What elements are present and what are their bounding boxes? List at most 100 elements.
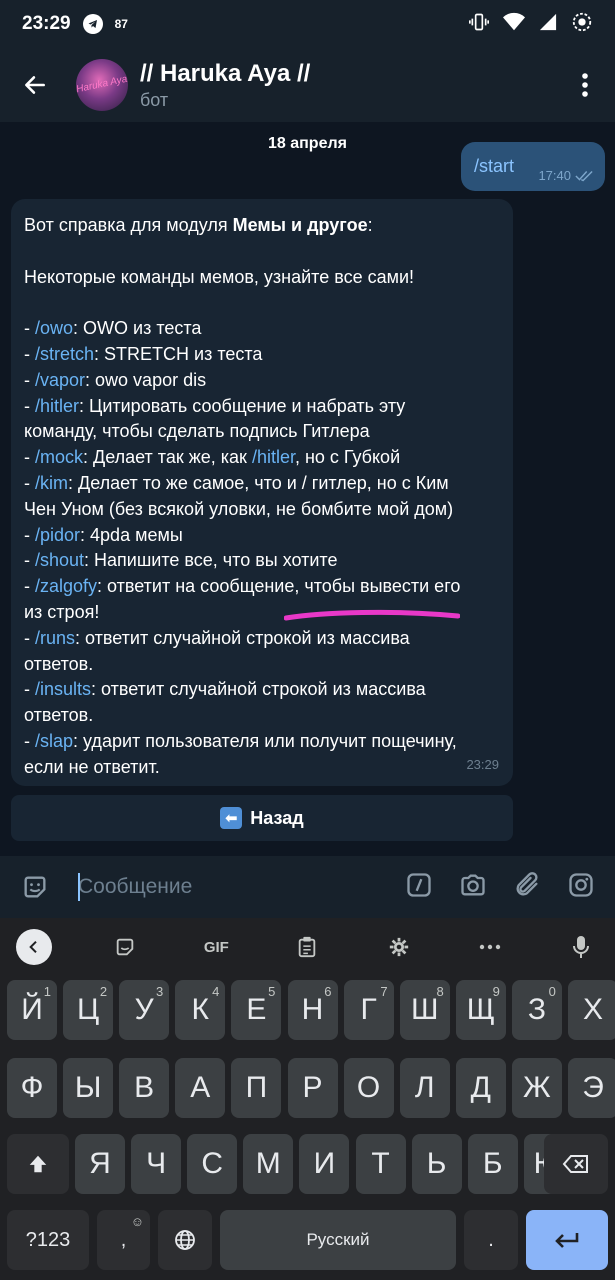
video-message-icon: [569, 872, 593, 897]
symbols-key[interactable]: ?123: [7, 1210, 89, 1270]
key-letter[interactable]: П: [231, 1058, 282, 1118]
help-line: ответов.: [24, 703, 500, 729]
key-letter[interactable]: Ы: [63, 1058, 114, 1118]
key-letter[interactable]: М: [243, 1134, 294, 1194]
help-line: - /mock: Делает так же, как /hitler, но …: [24, 445, 500, 471]
gear-icon: [389, 937, 408, 957]
help-text: : ударит пользователя или получит пощечи…: [73, 730, 457, 751]
key-letter[interactable]: И: [299, 1134, 350, 1194]
command-link[interactable]: /hitler: [35, 396, 79, 416]
command-link[interactable]: /insults: [35, 679, 91, 699]
key-letter[interactable]: В: [119, 1058, 170, 1118]
help-line: - /insults: ответит случайной строкой из…: [24, 677, 500, 703]
attach-button[interactable]: [513, 871, 541, 904]
camera-button[interactable]: [459, 871, 487, 904]
key-letter[interactable]: Н6: [287, 980, 338, 1040]
text-caret: [78, 873, 80, 901]
collapse-toolbar-button[interactable]: [16, 929, 52, 965]
key-label: Ш: [410, 993, 439, 1026]
clipboard-button[interactable]: [289, 929, 325, 965]
key-hint: 5: [268, 984, 276, 999]
gif-button[interactable]: GIF: [198, 929, 234, 965]
key-letter[interactable]: А: [175, 1058, 226, 1118]
command-link[interactable]: /mock: [35, 447, 83, 467]
command-link[interactable]: /owo: [35, 318, 73, 338]
key-letter[interactable]: Ц2: [63, 980, 114, 1040]
shift-key[interactable]: [7, 1134, 69, 1194]
key-letter[interactable]: Я: [75, 1134, 125, 1194]
help-text: Чен Уном (без всякой уловки, не бомбите …: [24, 498, 454, 519]
key-letter[interactable]: К4: [175, 980, 226, 1040]
chat-titles[interactable]: // Haruka Aya // бот: [140, 60, 310, 111]
key-letter[interactable]: Х: [568, 980, 615, 1040]
key-letter[interactable]: Б: [467, 1134, 518, 1194]
help-subtitle: Некоторые команды мемов, узнайте все сам…: [24, 266, 415, 287]
key-label: О: [356, 1071, 381, 1104]
backspace-key[interactable]: [544, 1134, 608, 1194]
comma-key[interactable]: , ☺: [97, 1210, 150, 1270]
avatar[interactable]: Haruka Aya: [76, 59, 128, 111]
key-letter[interactable]: С: [187, 1134, 238, 1194]
chat-area[interactable]: 18 апреля /start 17:40 Вот справка для м…: [0, 122, 615, 856]
space-key[interactable]: Русский: [220, 1210, 456, 1270]
key-letter[interactable]: Й1: [7, 980, 57, 1040]
outgoing-message[interactable]: /start 17:40: [461, 142, 605, 191]
message-input[interactable]: [70, 875, 360, 899]
command-link[interactable]: /hitler: [252, 447, 295, 467]
back-inline-button[interactable]: ⬅ Назад: [11, 795, 513, 841]
emoji-button[interactable]: [0, 873, 70, 901]
key-letter[interactable]: Щ9: [455, 980, 506, 1040]
key-letter[interactable]: Л: [399, 1058, 450, 1118]
help-line: - /hitler: Цитировать сообщение и набрат…: [24, 394, 500, 420]
command-link[interactable]: /vapor: [35, 370, 85, 390]
key-letter[interactable]: Р: [287, 1058, 338, 1118]
key-letter[interactable]: О: [343, 1058, 394, 1118]
help-line: - /pidor: 4pda мемы: [24, 523, 500, 549]
settings-button[interactable]: [381, 929, 417, 965]
help-text: -: [24, 369, 35, 390]
key-hint: 4: [212, 984, 220, 999]
command-link[interactable]: /pidor: [35, 525, 80, 545]
help-intro: Вот справка для модуля Мемы и другое:: [24, 215, 373, 235]
bot-commands-button[interactable]: [405, 871, 433, 904]
key-letter[interactable]: У3: [119, 980, 170, 1040]
key-letter[interactable]: Ч: [131, 1134, 182, 1194]
command-link[interactable]: /zalgofy: [35, 576, 97, 596]
key-letter[interactable]: З0: [511, 980, 562, 1040]
paperclip-icon: [516, 871, 538, 895]
help-line: - /vapor: owo vapor dis: [24, 368, 500, 394]
period-key[interactable]: .: [464, 1210, 518, 1270]
command-link[interactable]: /runs: [35, 628, 75, 648]
notification-count: 87: [114, 17, 128, 31]
outgoing-time: 17:40: [538, 168, 571, 183]
command-link[interactable]: /kim: [35, 473, 68, 493]
help-line: - /zalgofy: ответит на сообщение, чтобы …: [24, 574, 500, 600]
key-letter[interactable]: Е5: [231, 980, 282, 1040]
help-text: -: [24, 395, 35, 416]
incoming-message[interactable]: Вот справка для модуля Мемы и другое: Не…: [11, 199, 513, 786]
key-letter[interactable]: Ж: [511, 1058, 562, 1118]
more-options-button[interactable]: [472, 929, 508, 965]
key-letter[interactable]: Т: [355, 1134, 406, 1194]
key-letter[interactable]: Д: [455, 1058, 506, 1118]
command-link[interactable]: /shout: [35, 550, 84, 570]
language-key[interactable]: [158, 1210, 212, 1270]
enter-key[interactable]: [526, 1210, 608, 1270]
key-letter[interactable]: Ф: [7, 1058, 57, 1118]
module-name: Мемы и другое: [232, 215, 368, 235]
key-letter[interactable]: Ш8: [399, 980, 450, 1040]
command-link[interactable]: /slap: [35, 731, 73, 751]
voice-input-button[interactable]: [563, 929, 599, 965]
back-button[interactable]: [0, 48, 70, 122]
key-letter[interactable]: Э: [568, 1058, 615, 1118]
help-line: - /stretch: STRETCH из теста: [24, 342, 500, 368]
key-letter[interactable]: Г7: [343, 980, 394, 1040]
key-letter[interactable]: Ь: [411, 1134, 462, 1194]
command-link[interactable]: /stretch: [35, 344, 94, 364]
instagram-camera-button[interactable]: [567, 871, 595, 904]
key-label: Я: [89, 1147, 111, 1180]
sticker-tool-button[interactable]: [107, 929, 143, 965]
outgoing-text[interactable]: /start: [474, 156, 514, 176]
incoming-time: 23:29: [466, 757, 499, 773]
more-menu-button[interactable]: [555, 48, 615, 122]
